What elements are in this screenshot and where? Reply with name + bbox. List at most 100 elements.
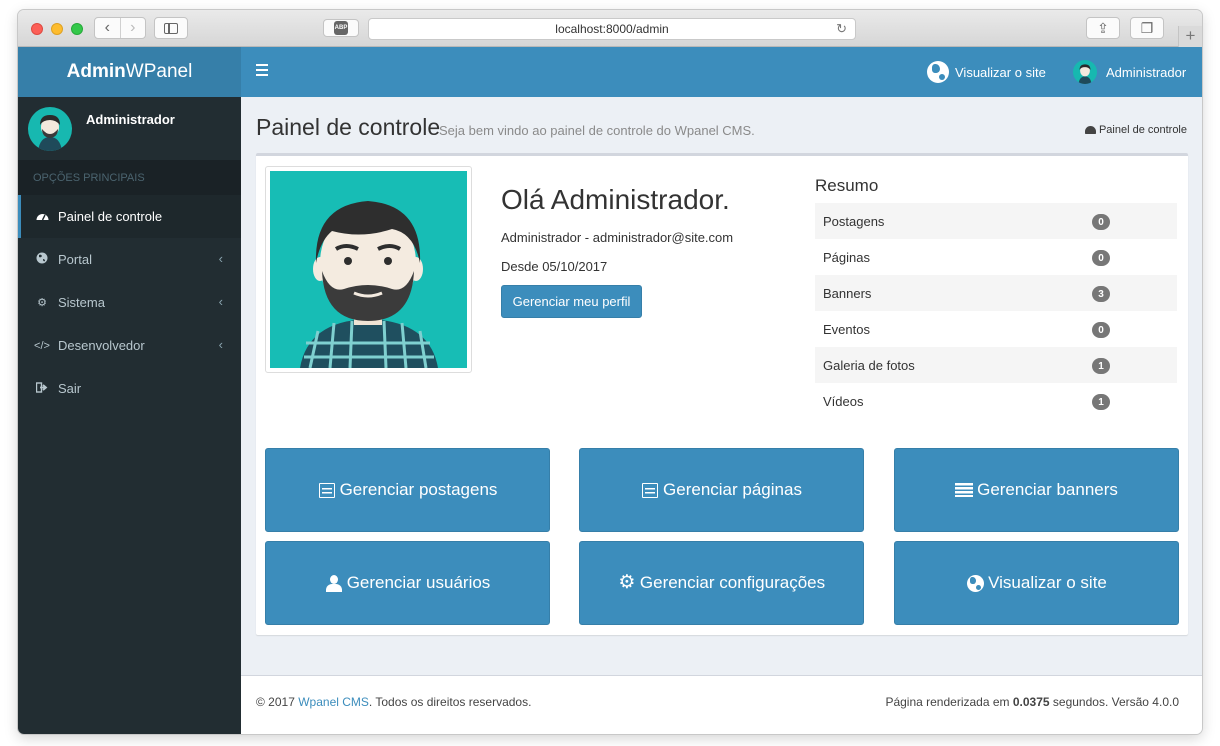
manage-pages-button[interactable]: Gerenciar páginas: [579, 448, 864, 532]
sidebar-icon: [164, 22, 178, 34]
user-menu[interactable]: Administrador: [1073, 47, 1186, 97]
avatar: [28, 107, 72, 151]
sidebar-item-dashboard[interactable]: Painel de controle: [18, 195, 241, 238]
sidebar-toggle-button[interactable]: [154, 17, 188, 39]
sidebar-user-name: Administrador: [86, 112, 175, 127]
summary-row-galeria: Galeria de fotos 1: [815, 347, 1177, 383]
page-footer: © 2017 Wpanel CMS. Todos os direitos res…: [241, 675, 1202, 734]
summary-title: Resumo: [815, 176, 879, 195]
breadcrumb-label: Painel de controle: [1098, 124, 1187, 136]
view-site-tile-button[interactable]: Visualizar o site: [894, 541, 1179, 625]
summary-row-videos: Vídeos 1: [815, 383, 1177, 419]
share-icon: ⇪: [1097, 19, 1109, 36]
top-navbar: Visualizar o site Administrador: [241, 47, 1202, 97]
tile-label: Gerenciar banners: [977, 480, 1118, 499]
sidebar-item-portal[interactable]: Portal ‹: [18, 238, 241, 281]
member-since: Desde 05/10/2017: [501, 259, 608, 274]
list-icon: [641, 481, 659, 499]
count-badge: 3: [1092, 286, 1110, 302]
browser-toolbar: ‹ › ABP localhost:8000/admin ↻ ⇪ ❐ +: [18, 10, 1202, 47]
maximize-window-button[interactable]: [71, 23, 83, 35]
count-badge: 1: [1092, 358, 1110, 374]
manage-settings-button[interactable]: ⚙ Gerenciar configurações: [579, 541, 864, 625]
wpanel-cms-link[interactable]: Wpanel CMS: [298, 695, 369, 709]
sidebar-item-label: Painel de controle: [58, 209, 163, 224]
page-title: Painel de controle: [256, 114, 441, 140]
bars-icon: [955, 481, 974, 499]
manage-users-button[interactable]: Gerenciar usuários: [265, 541, 550, 625]
user-icon: [325, 574, 343, 592]
code-icon: </>: [34, 339, 50, 352]
dashboard-icon: [34, 210, 50, 224]
count-badge: 0: [1092, 214, 1110, 230]
main-content: Painel de controle Seja bem vindo ao pai…: [241, 97, 1202, 675]
close-window-button[interactable]: [31, 23, 43, 35]
summary-label: Banners: [823, 285, 872, 301]
forward-icon[interactable]: ›: [119, 18, 146, 38]
list-icon: [318, 481, 336, 499]
greeting-heading: Olá Administrador.: [501, 184, 730, 215]
view-site-label: Visualizar o site: [955, 64, 1046, 80]
sidebar-item-sair[interactable]: Sair: [18, 367, 241, 410]
summary-label: Páginas: [823, 249, 870, 265]
globe-icon: [34, 252, 50, 267]
summary-label: Vídeos: [823, 393, 864, 409]
breadcrumb[interactable]: Painel de controle: [1084, 124, 1187, 136]
count-badge: 1: [1092, 394, 1110, 410]
sidebar-item-label: Desenvolvedor: [58, 338, 145, 353]
brand-logo[interactable]: Admin WPanel: [18, 47, 241, 97]
gear-icon: ⚙: [618, 572, 636, 593]
admin-app: Admin WPanel Administrador OPÇÕES PRINCIP…: [18, 47, 1202, 734]
dashboard-box: Olá Administrador. Administrador - admin…: [256, 153, 1188, 635]
browser-window: ‹ › ABP localhost:8000/admin ↻ ⇪ ❐ + Adm…: [18, 10, 1202, 734]
tile-label: Gerenciar usuários: [346, 573, 491, 592]
summary-row-banners: Banners 3: [815, 275, 1177, 311]
render-info: Página renderizada em 0.0375 segundos. V…: [885, 695, 1179, 709]
reload-icon[interactable]: ↻: [836, 21, 847, 37]
menu-section-header: OPÇÕES PRINCIPAIS: [18, 160, 241, 195]
menu-toggle-icon[interactable]: [256, 64, 268, 79]
view-site-link[interactable]: Visualizar o site: [927, 47, 1046, 97]
new-tab-button[interactable]: +: [1178, 26, 1202, 47]
user-panel: Administrador: [18, 97, 241, 160]
summary-table: Postagens 0 Páginas 0 Banners 3 Eventos …: [815, 203, 1177, 419]
brand-bold: Admin: [66, 61, 126, 82]
manage-banners-button[interactable]: Gerenciar banners: [894, 448, 1179, 532]
tile-label: Gerenciar configurações: [639, 573, 826, 592]
profile-photo-frame: [265, 166, 472, 373]
sidebar-item-desenvolvedor[interactable]: </> Desenvolvedor ‹: [18, 324, 241, 367]
tile-label: Gerenciar postagens: [339, 480, 498, 499]
count-badge: 0: [1092, 250, 1110, 266]
tabs-icon: ❐: [1140, 19, 1154, 36]
adblock-button[interactable]: ABP: [323, 19, 359, 37]
avatar: [1073, 60, 1097, 84]
copyright: © 2017 Wpanel CMS. Todos os direitos res…: [256, 695, 531, 709]
brand-light: WPanel: [125, 61, 193, 82]
user-identity: Administrador - administrador@site.com: [501, 230, 734, 245]
sidebar-item-label: Sistema: [58, 295, 105, 310]
tile-label: Visualizar o site: [988, 573, 1107, 592]
address-bar[interactable]: localhost:8000/admin ↻: [368, 18, 856, 40]
profile-photo: [270, 171, 467, 368]
back-icon[interactable]: ‹: [95, 18, 120, 38]
chevron-left-icon: ‹: [218, 337, 223, 352]
manage-profile-button[interactable]: Gerenciar meu perfil: [501, 285, 642, 318]
history-nav: ‹ ›: [94, 17, 146, 39]
summary-label: Galeria de fotos: [823, 357, 915, 373]
share-button[interactable]: ⇪: [1086, 17, 1120, 39]
tabs-overview-button[interactable]: ❐: [1130, 17, 1164, 39]
gears-icon: ⚙: [37, 297, 47, 309]
tile-label: Gerenciar páginas: [663, 480, 802, 499]
summary-row-eventos: Eventos 0: [815, 311, 1177, 347]
sidebar-item-sistema[interactable]: ⚙ Sistema ‹: [18, 281, 241, 324]
summary-row-paginas: Páginas 0: [815, 239, 1177, 275]
chevron-left-icon: ‹: [218, 251, 223, 266]
summary-label: Postagens: [823, 213, 885, 229]
minimize-window-button[interactable]: [51, 23, 63, 35]
summary-label: Eventos: [823, 321, 870, 337]
user-menu-label: Administrador: [1106, 64, 1187, 80]
sidebar: Admin WPanel Administrador OPÇÕES PRINCIP…: [18, 47, 241, 734]
count-badge: 0: [1092, 322, 1110, 338]
manage-posts-button[interactable]: Gerenciar postagens: [265, 448, 550, 532]
adblock-icon: ABP: [334, 21, 348, 35]
